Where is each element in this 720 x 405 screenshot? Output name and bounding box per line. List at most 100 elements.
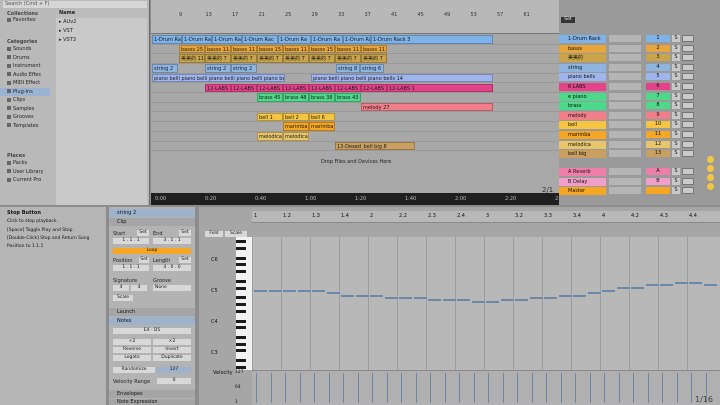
- black-key[interactable]: [236, 365, 246, 369]
- black-key[interactable]: [236, 309, 246, 313]
- clip[interactable]: brass 48: [283, 93, 309, 102]
- clip[interactable]: 1-Drum Ra: [278, 35, 311, 44]
- nav-dot-2[interactable]: [707, 165, 714, 172]
- black-key[interactable]: [236, 342, 246, 346]
- track-number-button[interactable]: 6: [646, 83, 670, 90]
- track-lane[interactable]: basss 25 basss 11 basss 11 basss 15 basss 11…: [151, 44, 559, 55]
- clip[interactable]: 12-LABS 1: [335, 83, 361, 92]
- track-header[interactable]: A Reverb A S: [559, 168, 720, 177]
- arm-button[interactable]: [682, 92, 694, 100]
- arm-button[interactable]: [682, 168, 694, 175]
- arm-button[interactable]: [682, 44, 694, 52]
- solo-button[interactable]: S: [672, 131, 680, 138]
- track-number-button[interactable]: 11: [646, 131, 670, 138]
- track-name[interactable]: bell: [559, 121, 606, 130]
- clip[interactable]: brass 38: [309, 93, 335, 102]
- arm-button[interactable]: [682, 35, 694, 42]
- velocity-stem[interactable]: [328, 373, 330, 403]
- clip[interactable]: basss 11: [231, 44, 257, 54]
- midi-note[interactable]: [297, 290, 311, 292]
- launch-section-header[interactable]: Launch: [109, 308, 195, 316]
- clip[interactable]: basss 11: [361, 44, 387, 54]
- black-key[interactable]: [236, 303, 246, 306]
- track-lane[interactable]: piano belli piano belli piano belli pian…: [151, 73, 559, 84]
- notes-section-header[interactable]: Notes: [109, 317, 195, 325]
- track-name[interactable]: A Reverb: [559, 168, 606, 176]
- track-name[interactable]: melody: [559, 111, 606, 120]
- clip[interactable]: brass 43: [335, 93, 361, 102]
- midi-note[interactable]: [674, 282, 688, 284]
- envelopes-section-header[interactable]: Envelopes: [109, 390, 195, 398]
- track-header[interactable]: basss 2 S: [559, 44, 720, 54]
- track-number-button[interactable]: 7: [646, 92, 670, 100]
- piano-keyboard[interactable]: [236, 237, 252, 370]
- clip[interactable]: basss 11: [335, 44, 361, 54]
- midi-note[interactable]: [442, 299, 456, 301]
- clip-name-header[interactable]: string 2: [109, 209, 195, 217]
- midi-note[interactable]: [283, 290, 296, 292]
- groove-select[interactable]: None: [153, 285, 191, 291]
- track-header[interactable]: piano bells 5 S: [559, 73, 720, 82]
- track-number-button[interactable]: 3: [646, 54, 670, 62]
- loop-button[interactable]: Loop: [113, 248, 191, 254]
- velocity-stem[interactable]: [676, 373, 678, 403]
- category-item[interactable]: Clips: [0, 96, 50, 105]
- solo-button[interactable]: S: [672, 54, 680, 62]
- clip[interactable]: 美美的 7: [335, 54, 361, 63]
- solo-button[interactable]: S: [672, 35, 680, 42]
- category-item[interactable]: Plug-Ins: [0, 87, 50, 96]
- end-field[interactable]: 3 . 1 . 1: [153, 238, 191, 244]
- midi-note[interactable]: [457, 299, 470, 301]
- bar-ruler[interactable]: 9 13 17 21 25 29 33 37 41 45 49 53 57 61: [151, 0, 559, 34]
- name-column-header[interactable]: Name: [56, 9, 147, 18]
- track-lane[interactable]: 美美的 11 美美的 7 美美的 7 美美的 7 美美的 7 美美的 7 美美的 7 美美的 …: [151, 54, 559, 64]
- midi-note[interactable]: [341, 295, 354, 297]
- midi-note[interactable]: [602, 290, 615, 292]
- track-name[interactable]: bell big: [559, 150, 606, 159]
- midi-note[interactable]: [587, 292, 601, 294]
- start-set-button[interactable]: Set: [137, 230, 149, 236]
- reverse-button[interactable]: Reverse: [113, 347, 151, 353]
- solo-button[interactable]: S: [672, 83, 680, 90]
- midi-note[interactable]: [558, 295, 572, 297]
- velocity-stem[interactable]: [502, 373, 504, 403]
- clip[interactable]: 1-Drum Rack 3: [371, 35, 493, 44]
- midi-note[interactable]: [500, 299, 514, 301]
- arm-button[interactable]: [682, 187, 694, 195]
- arm-button[interactable]: [682, 121, 694, 129]
- velocity-stem[interactable]: [256, 373, 257, 403]
- clip[interactable]: 13-Dexed_bell big 8: [335, 141, 415, 151]
- velocity-stem[interactable]: [604, 373, 605, 403]
- start-field[interactable]: 1 . 1 . 1: [113, 238, 149, 244]
- clip[interactable]: 12-LABS 1: [231, 83, 257, 92]
- end-set-button[interactable]: Set: [179, 230, 191, 236]
- arm-button[interactable]: [682, 102, 694, 110]
- scale-toggle[interactable]: Scale: [113, 295, 133, 301]
- track-name[interactable]: marimba: [559, 131, 606, 139]
- velocity-stem[interactable]: [589, 373, 591, 403]
- folder-item[interactable]: ▸ VST: [56, 27, 147, 36]
- category-item[interactable]: Grooves: [0, 113, 50, 122]
- track-name[interactable]: piano bells: [559, 73, 606, 82]
- clip[interactable]: marimba 2: [283, 122, 309, 131]
- clip-section-header[interactable]: Clip: [109, 218, 195, 226]
- track-lane[interactable]: bell 1 bell 2 bell 6: [151, 112, 559, 123]
- clip[interactable]: piano belli piano belli piano belli pian…: [152, 73, 285, 83]
- velocity-stem[interactable]: [575, 373, 576, 403]
- track-number-button[interactable]: [646, 187, 670, 195]
- track-name[interactable]: Master: [559, 187, 606, 196]
- midi-note[interactable]: [254, 290, 267, 292]
- arm-button[interactable]: [682, 177, 694, 185]
- search-input[interactable]: Search (Cmd + F): [3, 1, 147, 8]
- place-item[interactable]: Packs: [0, 159, 50, 168]
- folder-item[interactable]: ▸ AUv2: [56, 18, 147, 27]
- black-key[interactable]: [236, 240, 246, 244]
- black-key[interactable]: [236, 286, 246, 290]
- solo-button[interactable]: S: [672, 121, 680, 129]
- clip[interactable]: string 2: [231, 64, 257, 73]
- clip[interactable]: piano belli piano belli piano bells 14: [311, 73, 493, 83]
- clip[interactable]: bell 1: [257, 112, 283, 122]
- clip[interactable]: basss 11: [205, 44, 231, 54]
- track-header[interactable]: melody 9 S: [559, 111, 720, 121]
- track-lane[interactable]: 1-Drum Ra 1-Drum Ra 1-Drum Ra 1-Drum Rac 1-D…: [151, 35, 559, 45]
